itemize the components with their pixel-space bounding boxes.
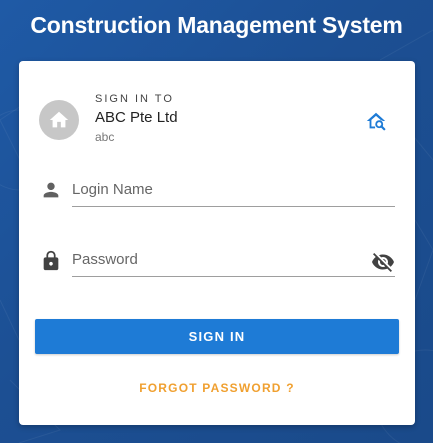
person-icon (43, 182, 59, 198)
lock-icon (43, 250, 59, 271)
signin-button[interactable]: SIGN IN (35, 319, 399, 354)
app-title: Construction Management System (30, 12, 403, 38)
home-search-icon[interactable] (365, 110, 387, 132)
signin-to-label: SIGN IN TO (95, 93, 174, 105)
password-input[interactable] (72, 247, 395, 277)
login-name-input[interactable] (72, 177, 395, 207)
home-icon (49, 111, 69, 128)
company-avatar (39, 100, 79, 140)
company-name: ABC Pte Ltd (95, 109, 178, 126)
forgot-password-link[interactable]: FORGOT PASSWORD ? (19, 381, 415, 395)
eye-off-icon[interactable] (371, 250, 395, 274)
login-card: SIGN IN TO ABC Pte Ltd abc SIGN IN FORGO… (19, 61, 415, 425)
company-code: abc (95, 130, 115, 144)
